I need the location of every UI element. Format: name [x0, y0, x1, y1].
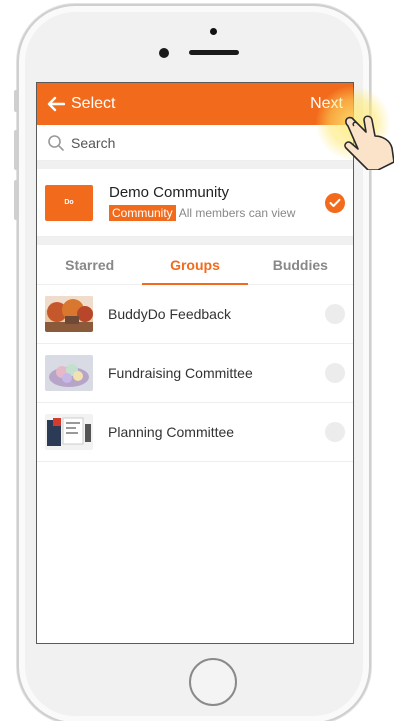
mute-switch	[14, 90, 18, 112]
group-row-planning-committee[interactable]: Planning Committee	[37, 403, 353, 462]
search-input[interactable]	[71, 134, 301, 151]
home-button[interactable]	[189, 658, 237, 706]
group-name: BuddyDo Feedback	[108, 306, 231, 322]
community-subtitle: Community All members can view	[109, 205, 325, 221]
autumn-trees-photo	[45, 296, 93, 332]
group-name: Fundraising Committee	[108, 365, 253, 381]
select-radio[interactable]	[325, 304, 345, 324]
community-name: Demo Community	[109, 184, 230, 201]
volume-down-button	[14, 180, 18, 220]
community-description: All members can view	[178, 206, 296, 220]
section-divider	[37, 161, 353, 169]
group-name: Planning Committee	[108, 424, 235, 440]
community-row[interactable]: Do Demo Community Community All members …	[37, 169, 353, 237]
front-camera	[159, 48, 169, 58]
select-radio[interactable]	[325, 363, 345, 383]
sensor-dot	[210, 28, 217, 35]
tab-groups[interactable]: Groups	[142, 245, 248, 285]
search-icon	[47, 134, 65, 152]
arrow-left-icon[interactable]	[45, 93, 67, 115]
app-screen: Select Next Do Demo Community Community …	[36, 82, 354, 644]
page-title: Select	[71, 95, 116, 112]
group-list: BuddyDo Feedback Fundraising Committee P…	[37, 285, 353, 462]
community-info: Demo Community Community All members can…	[109, 184, 325, 221]
group-row-buddydo-feedback[interactable]: BuddyDo Feedback	[37, 285, 353, 344]
app-header: Select Next	[37, 83, 353, 125]
select-radio[interactable]	[325, 422, 345, 442]
search-bar	[37, 125, 353, 161]
desk-planner-photo	[45, 414, 93, 450]
tab-bar: Starred Groups Buddies	[37, 245, 353, 285]
volume-up-button	[14, 130, 18, 170]
macarons-photo	[45, 355, 93, 391]
section-divider	[37, 237, 353, 245]
earpiece-speaker	[189, 50, 239, 55]
community-logo-text: Do	[64, 199, 74, 206]
check-icon[interactable]	[325, 192, 345, 213]
group-row-fundraising-committee[interactable]: Fundraising Committee	[37, 344, 353, 403]
tab-buddies[interactable]: Buddies	[248, 245, 353, 284]
tab-starred[interactable]: Starred	[37, 245, 142, 284]
community-badge: Community	[109, 205, 176, 221]
community-logo: Do	[45, 184, 93, 221]
tap-hand-icon	[338, 112, 394, 171]
